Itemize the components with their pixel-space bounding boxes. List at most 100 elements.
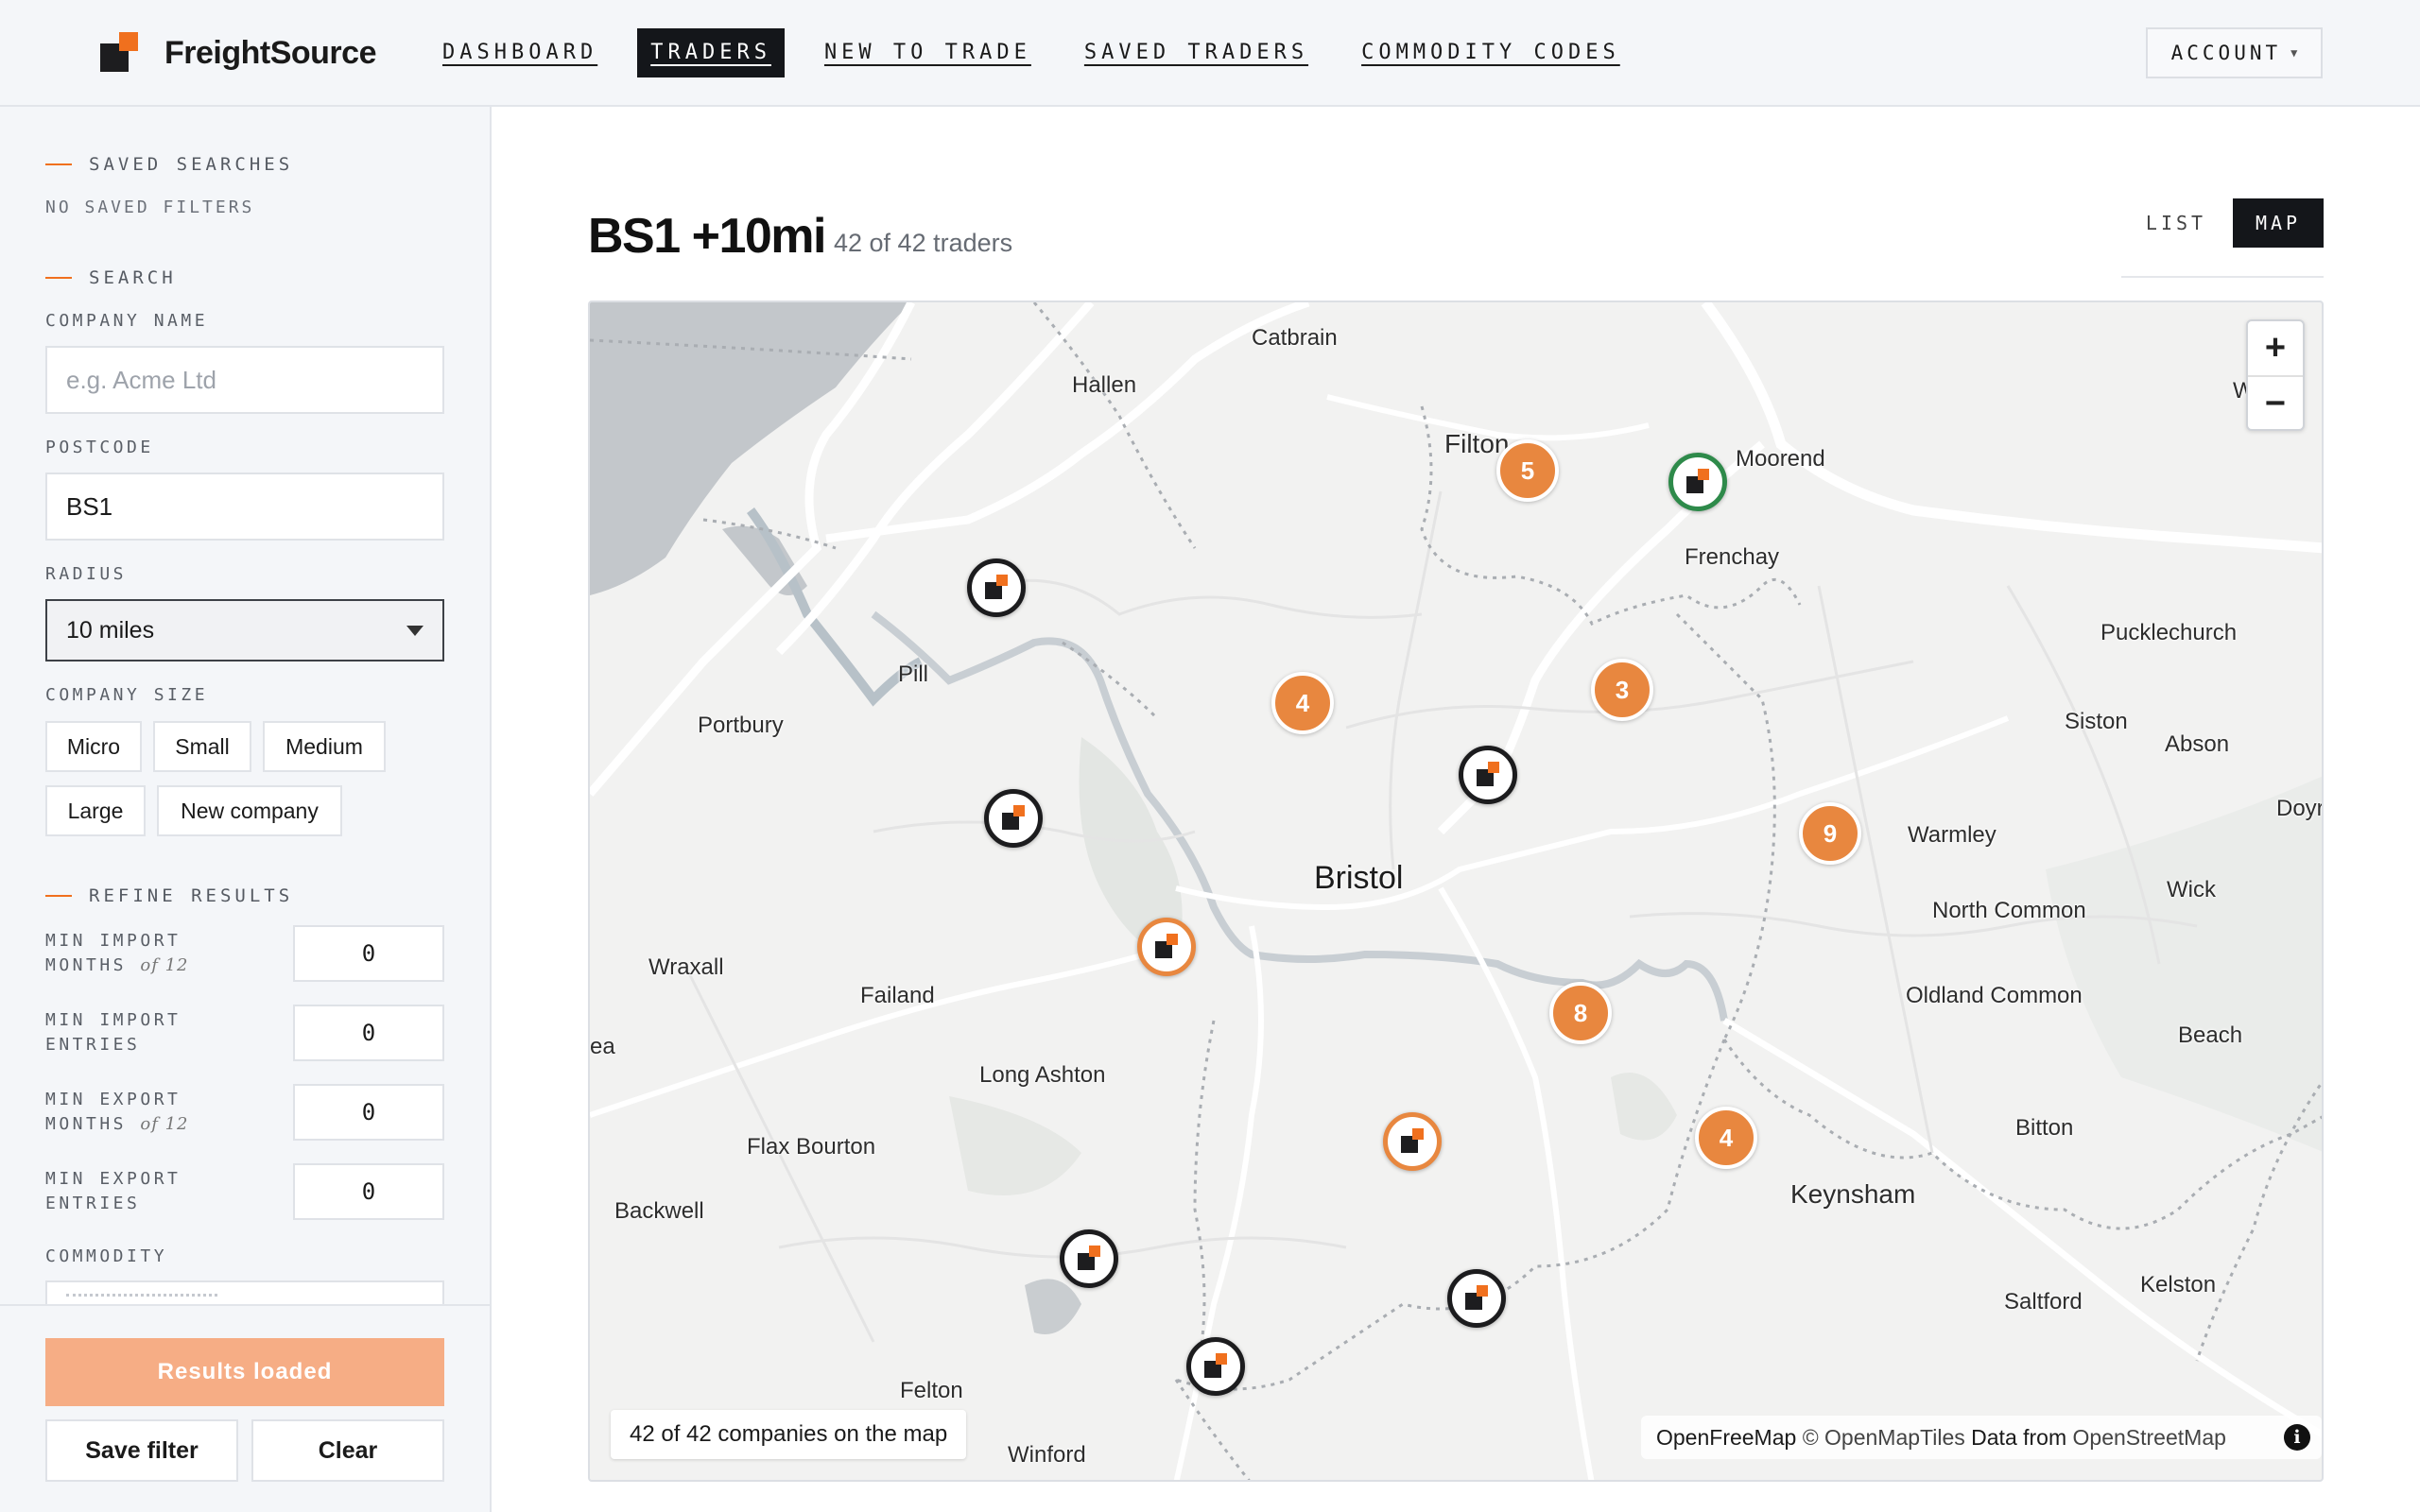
traders-map[interactable]: Catbrain Hallen Filton Moorend Frenchay …: [588, 301, 2324, 1482]
radius-value: 10 miles: [66, 616, 155, 644]
map-label-moorend: Moorend: [1736, 446, 1825, 472]
trader-marker[interactable]: [1186, 1337, 1245, 1396]
trader-marker[interactable]: [1447, 1269, 1506, 1328]
min-export-entries-label: MIN EXPORT ENTRIES: [45, 1169, 182, 1213]
size-chip-small[interactable]: Small: [153, 721, 251, 772]
trader-marker[interactable]: [1383, 1112, 1442, 1171]
map-cluster[interactable]: 4: [1695, 1107, 1757, 1169]
map-cluster[interactable]: 5: [1496, 439, 1559, 502]
map-label-wick: Wick: [2167, 877, 2216, 902]
search-heading: SEARCH: [45, 267, 177, 288]
results-loaded-button[interactable]: Results loaded: [45, 1338, 444, 1406]
map-label-long-ashton: Long Ashton: [979, 1062, 1106, 1088]
map-cluster[interactable]: 9: [1799, 802, 1861, 865]
zoom-out-icon[interactable]: −: [2248, 377, 2303, 431]
map-label-keynsham: Keynsham: [1790, 1179, 1916, 1209]
map-label-portbury: Portbury: [698, 713, 784, 738]
radius-select[interactable]: 10 miles: [45, 599, 444, 662]
map-companies-count: 42 of 42 companies on the map: [611, 1410, 967, 1459]
map-attribution: OpenFreeMap © OpenMapTiles Data from Ope…: [1641, 1416, 2322, 1459]
save-filter-button[interactable]: Save filter: [45, 1419, 238, 1482]
map-label-kelston: Kelston: [2140, 1272, 2217, 1297]
min-export-months-label: MIN EXPORT MONTHS of 12: [45, 1090, 189, 1134]
results-count: 42 of 42 traders: [834, 229, 1013, 257]
map-cluster[interactable]: 8: [1549, 982, 1612, 1044]
map-label-saltford: Saltford: [2004, 1289, 2083, 1314]
company-name-input[interactable]: e.g. Acme Ltd: [45, 346, 444, 414]
map-label-backwell: Backwell: [614, 1198, 704, 1224]
min-import-months-input[interactable]: 0: [293, 925, 444, 982]
trader-marker[interactable]: [1137, 918, 1196, 976]
nav-commodity-codes[interactable]: COMMODITY CODES: [1348, 28, 1634, 77]
attribution-openstreetmap[interactable]: OpenStreetMap: [2073, 1425, 2226, 1451]
attribution-data-from: Data from: [1971, 1424, 2067, 1450]
size-chip-large[interactable]: Large: [45, 785, 146, 836]
attribution-openmaptiles[interactable]: © OpenMapTiles: [1803, 1425, 1965, 1451]
logo-icon: [98, 32, 138, 74]
account-label: ACCOUNT: [2170, 42, 2282, 64]
page-title: BS1 +10mi: [588, 209, 827, 264]
accent-dash: [45, 163, 72, 165]
account-menu-button[interactable]: ACCOUNT ▼: [2146, 27, 2323, 78]
map-label-hallen: Hallen: [1072, 372, 1137, 398]
map-label-frenchay: Frenchay: [1685, 544, 1780, 570]
map-label-siston: Siston: [2065, 709, 2128, 734]
company-size-label: COMPANY SIZE: [45, 685, 209, 705]
info-icon[interactable]: i: [2284, 1424, 2310, 1451]
min-export-months-input[interactable]: 0: [293, 1084, 444, 1141]
map-view-button[interactable]: MAP: [2233, 198, 2324, 248]
nav-new-to-trade[interactable]: NEW TO TRADE: [811, 28, 1045, 77]
nav-traders[interactable]: TRADERS: [637, 28, 785, 77]
accent-dash: [45, 895, 72, 897]
attribution-openfreemap[interactable]: OpenFreeMap: [1656, 1425, 1796, 1451]
size-chip-micro[interactable]: Micro: [45, 721, 142, 772]
nav-dashboard[interactable]: DASHBOARD: [429, 28, 611, 77]
trader-marker[interactable]: [984, 789, 1043, 848]
min-import-entries-label: MIN IMPORT ENTRIES: [45, 1010, 182, 1055]
clear-button[interactable]: Clear: [251, 1419, 444, 1482]
list-view-button[interactable]: LIST: [2121, 198, 2231, 248]
main-nav: DASHBOARD TRADERS NEW TO TRADE SAVED TRA…: [429, 28, 1660, 77]
map-label-felton: Felton: [900, 1378, 963, 1403]
chevron-down-icon: [406, 625, 424, 636]
sidebar-actions: Results loaded Save filter Clear: [0, 1304, 490, 1512]
map-label-pucklechurch: Pucklechurch: [2100, 620, 2238, 645]
trader-marker[interactable]: [1060, 1229, 1118, 1288]
map-cluster[interactable]: 3: [1591, 659, 1653, 721]
view-toggle: LIST MAP: [2121, 198, 2324, 278]
trader-marker[interactable]: [1668, 453, 1727, 511]
top-header: FreightSource DASHBOARD TRADERS NEW TO T…: [0, 0, 2420, 107]
map-label-ea: ea: [590, 1034, 615, 1059]
trader-marker[interactable]: [1459, 746, 1517, 804]
map-label-oldland-common: Oldland Common: [1906, 983, 2083, 1008]
min-import-months-label: MIN IMPORT MONTHS of 12: [45, 931, 189, 975]
nav-saved-traders[interactable]: SAVED TRADERS: [1071, 28, 1322, 77]
min-import-entries-input[interactable]: 0: [293, 1005, 444, 1061]
radius-label: RADIUS: [45, 564, 128, 584]
min-export-entries-input[interactable]: 0: [293, 1163, 444, 1220]
map-cluster[interactable]: 4: [1271, 672, 1334, 734]
map-label-catbrain: Catbrain: [1252, 325, 1338, 351]
trader-marker[interactable]: [967, 558, 1026, 617]
map-label-bitton: Bitton: [2015, 1115, 2074, 1141]
map-label-warmley: Warmley: [1908, 822, 1996, 848]
map-label-wraxall: Wraxall: [648, 954, 724, 980]
refine-results-heading: REFINE RESULTS: [45, 885, 293, 906]
brand-logo[interactable]: FreightSource: [98, 32, 376, 74]
saved-searches-heading: SAVED SEARCHES: [45, 154, 293, 175]
zoom-in-icon[interactable]: +: [2248, 321, 2303, 375]
size-chip-medium[interactable]: Medium: [263, 721, 386, 772]
no-saved-filters-text: NO SAVED FILTERS: [45, 198, 255, 217]
commodity-label: COMMODITY: [45, 1246, 168, 1266]
filter-sidebar: SAVED SEARCHES NO SAVED FILTERS SEARCH C…: [0, 107, 492, 1512]
company-name-label: COMPANY NAME: [45, 311, 209, 331]
size-chip-new-company[interactable]: New company: [157, 785, 342, 836]
accent-dash: [45, 277, 72, 279]
map-label-pill: Pill: [898, 662, 929, 687]
map-label-abson: Abson: [2165, 731, 2230, 757]
caret-down-icon: ▼: [2290, 46, 2298, 60]
map-label-bristol: Bristol: [1314, 860, 1404, 896]
map-label-doyr: Doyr: [2276, 796, 2324, 821]
map-label-beach: Beach: [2178, 1022, 2243, 1048]
postcode-input[interactable]: BS1: [45, 472, 444, 541]
